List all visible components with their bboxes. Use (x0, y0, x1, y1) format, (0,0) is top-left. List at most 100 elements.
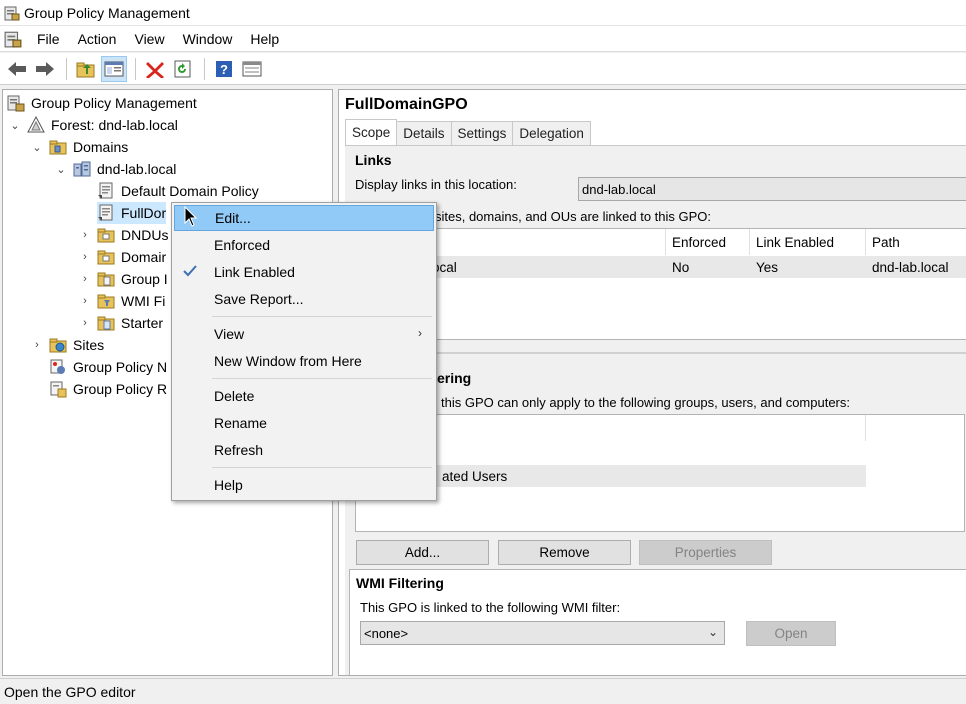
menu-item-delete[interactable]: Delete (174, 383, 434, 409)
collapse-chevron-icon[interactable]: ⌄ (7, 119, 23, 132)
menu-window[interactable]: Window (174, 31, 242, 47)
ou-folder-icon (97, 226, 115, 244)
menu-view[interactable]: View (125, 31, 173, 47)
tree-label: Forest: dnd-lab.local (51, 117, 178, 133)
back-icon (8, 61, 26, 76)
remove-button[interactable]: Remove (498, 540, 631, 565)
tree-item-root[interactable]: Group Policy Management (7, 92, 197, 114)
open-wmi-button[interactable]: Open (746, 621, 836, 646)
show-hide-tree-icon (104, 61, 124, 76)
collapse-chevron-icon[interactable]: ⌄ (53, 163, 69, 176)
up-one-level-button[interactable] (73, 56, 99, 82)
menu-item-new-window[interactable]: New Window from Here (174, 348, 434, 374)
tree-label: Group Policy N (73, 359, 168, 375)
wmi-filter-combo[interactable]: <none> ⌄ (360, 621, 725, 645)
back-button[interactable] (4, 56, 30, 82)
menu-separator (212, 378, 432, 379)
forest-icon (27, 115, 45, 134)
wmi-folder-icon (97, 292, 115, 310)
domain-icon (73, 160, 91, 178)
menu-item-label: Delete (214, 388, 255, 404)
links-table[interactable]: Enforced Link Enabled Path ocal No Yes d… (355, 228, 966, 340)
refresh-button[interactable] (170, 56, 196, 82)
tree-item-starter-gpos[interactable]: › Starter (77, 312, 163, 334)
security-entry: ated Users (442, 468, 508, 484)
column-header-link-enabled[interactable]: Link Enabled (750, 229, 866, 255)
properties-button[interactable]: Properties (639, 540, 772, 565)
tab-details[interactable]: Details (396, 121, 452, 145)
tree-label: Group I (121, 271, 168, 287)
menu-file[interactable]: File (28, 31, 69, 47)
domains-folder-icon (49, 138, 67, 156)
tree-item-default-domain-policy[interactable]: Default Domain Policy (97, 180, 259, 202)
tree-item-domain-controllers[interactable]: › Domair (77, 246, 166, 268)
status-text: Open the GPO editor (4, 683, 136, 700)
help-button[interactable]: ? (211, 56, 237, 82)
tree-item-wmi-filters[interactable]: › WMI Fi (77, 290, 165, 312)
tree-label: dnd-lab.local (97, 161, 177, 177)
tree-item-group-policy-objects[interactable]: › Group I (77, 268, 168, 290)
column-header-enforced[interactable]: Enforced (666, 229, 750, 255)
path-cell: dnd-lab.local (872, 259, 949, 275)
show-hide-console-tree-button[interactable] (101, 55, 127, 82)
menu-item-rename[interactable]: Rename (174, 410, 434, 436)
menu-item-help[interactable]: Help (174, 472, 434, 498)
tree-item-forest[interactable]: ⌄ Forest: dnd-lab.local (7, 114, 178, 136)
submenu-arrow-icon: › (418, 326, 422, 340)
security-filtering-list[interactable]: ated Users (355, 414, 965, 532)
delete-button[interactable] (142, 56, 168, 82)
system-menu-icon[interactable] (4, 30, 22, 48)
menu-help[interactable]: Help (241, 31, 288, 47)
forward-button[interactable] (32, 56, 58, 82)
expand-chevron-icon[interactable]: › (77, 295, 93, 307)
section-divider (351, 352, 966, 354)
tree-item-full-domain-gpo[interactable]: FullDor (97, 202, 167, 224)
expand-chevron-icon[interactable]: › (77, 273, 93, 285)
expand-chevron-icon[interactable]: › (77, 229, 93, 241)
link-location-combo[interactable]: dnd-lab.local (578, 177, 966, 201)
menu-item-edit[interactable]: Edit... (174, 205, 434, 231)
expand-chevron-icon[interactable]: › (77, 251, 93, 263)
wmi-description: This GPO is linked to the following WMI … (360, 600, 621, 615)
dropdown-chevron-icon: ⌄ (707, 625, 718, 639)
tree-label: WMI Fi (121, 293, 166, 309)
toolbar-separator (135, 57, 136, 80)
modeling-icon (49, 358, 67, 376)
tree-item-gp-modeling[interactable]: Group Policy N (49, 356, 167, 378)
menu-item-link-enabled[interactable]: Link Enabled (174, 259, 434, 285)
menu-item-refresh[interactable]: Refresh (174, 437, 434, 463)
tree-label: Domains (73, 139, 129, 155)
collapse-chevron-icon[interactable]: ⌄ (29, 141, 45, 154)
menu-item-view[interactable]: View › (174, 321, 434, 347)
tab-settings[interactable]: Settings (450, 121, 514, 145)
properties-button[interactable] (239, 56, 265, 82)
menu-item-save-report[interactable]: Save Report... (174, 286, 434, 312)
tree-item-domains[interactable]: ⌄ Domains (29, 136, 128, 158)
menu-item-label: Edit... (215, 210, 251, 226)
expand-chevron-icon[interactable]: › (29, 339, 45, 351)
security-filtering-heading: ering (437, 370, 472, 386)
gpmc-icon (7, 94, 25, 112)
menu-item-label: Help (214, 477, 243, 493)
context-menu: Edit... Enforced Link Enabled Save Repor… (171, 202, 437, 501)
expand-chevron-icon[interactable]: › (77, 317, 93, 329)
scope-tab-panel: Links Display links in this location: dn… (345, 145, 966, 675)
menu-item-enforced[interactable]: Enforced (174, 232, 434, 258)
tree-item-dndus[interactable]: › DNDUs (77, 224, 168, 246)
tree-item-gp-results[interactable]: Group Policy R (49, 378, 167, 400)
tree-item-domain[interactable]: ⌄ dnd-lab.local (53, 158, 176, 180)
tab-delegation[interactable]: Delegation (512, 121, 591, 145)
tree-item-sites[interactable]: › Sites (29, 334, 104, 356)
tree-label: Starter (121, 315, 164, 331)
display-links-label: Display links in this location: (355, 177, 517, 192)
wmi-filtering-section: WMI Filtering This GPO is linked to the … (349, 569, 966, 675)
column-header-path[interactable]: Path (866, 229, 966, 255)
tab-scope[interactable]: Scope (345, 119, 398, 145)
delete-icon (146, 61, 164, 78)
help-icon: ? (216, 60, 232, 77)
tab-strip: Scope Details Settings Delegation (345, 119, 591, 145)
tree-label: Sites (73, 337, 105, 353)
add-button[interactable]: Add... (356, 540, 489, 565)
menu-action[interactable]: Action (69, 31, 126, 47)
menu-item-label: Save Report... (214, 291, 304, 307)
